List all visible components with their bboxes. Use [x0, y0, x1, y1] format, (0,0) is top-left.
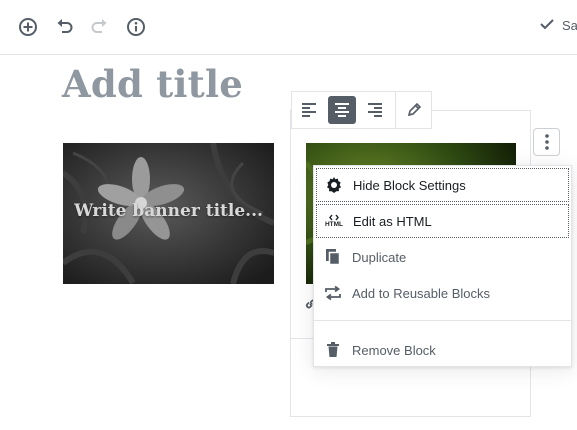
info-icon[interactable]: [124, 15, 148, 39]
banner-block-image[interactable]: Write banner title...: [63, 143, 274, 284]
add-to-reusable-item[interactable]: Add to Reusable Blocks: [316, 276, 569, 310]
checkmark-icon: [540, 18, 554, 33]
gear-icon: [324, 175, 344, 195]
align-left-button[interactable]: [292, 92, 325, 128]
edit-as-html-item[interactable]: HTML Edit as HTML: [316, 204, 569, 238]
menu-item-label: Hide Block Settings: [353, 177, 466, 193]
ellipsis-vertical-icon: [544, 134, 549, 150]
duplicate-icon: [323, 247, 343, 267]
block-settings-menu: Hide Block Settings HTML Edit as HTML Du…: [313, 165, 572, 367]
post-title-input[interactable]: Add title: [62, 62, 243, 106]
toolbar-divider: [395, 92, 396, 128]
reusable-icon: [323, 283, 343, 303]
remove-block-item[interactable]: Remove Block: [316, 333, 569, 367]
pencil-icon: [408, 102, 422, 117]
saved-label: Saved: [562, 18, 577, 33]
menu-item-label: Add to Reusable Blocks: [352, 285, 491, 301]
saved-status: Saved: [540, 18, 577, 33]
banner-title-placeholder[interactable]: Write banner title...: [63, 201, 274, 221]
duplicate-item[interactable]: Duplicate: [316, 240, 569, 274]
trash-icon: [323, 340, 343, 360]
menu-item-label: Edit as HTML: [353, 213, 432, 229]
menu-divider: [314, 320, 571, 321]
redo-icon[interactable]: [88, 15, 112, 39]
align-center-icon: [334, 103, 349, 117]
align-right-button[interactable]: [358, 92, 391, 128]
editor-header-toolbar: Saved: [0, 0, 577, 55]
hide-block-settings-item[interactable]: Hide Block Settings: [316, 168, 569, 202]
plus-circle-icon[interactable]: [16, 15, 40, 39]
edit-button[interactable]: [398, 92, 431, 128]
menu-item-label: Duplicate: [352, 249, 407, 265]
more-options-button[interactable]: [533, 128, 560, 156]
html-icon-text: HTML: [324, 221, 344, 228]
menu-item-label: Remove Block: [352, 342, 436, 358]
align-center-button[interactable]: [325, 92, 358, 128]
undo-icon[interactable]: [52, 15, 76, 39]
html-icon: HTML: [324, 211, 344, 231]
align-right-icon: [367, 103, 382, 117]
block-toolbar: [291, 91, 432, 129]
align-left-icon: [301, 103, 316, 117]
